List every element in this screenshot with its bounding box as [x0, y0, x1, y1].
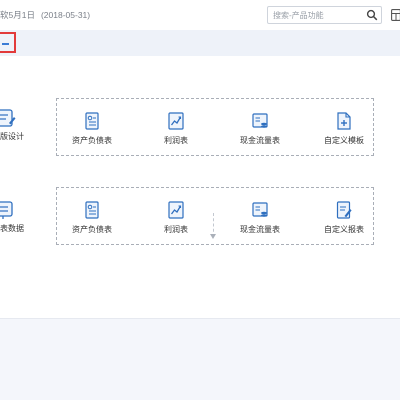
report-label: 利润表: [164, 225, 188, 234]
report-label: 现金流量表: [240, 225, 280, 234]
tab-strip: [0, 30, 400, 56]
left-item-label: 表数据: [0, 224, 24, 233]
period-title: 软5月1日 (2018-05-31): [0, 9, 90, 21]
highlighted-tab[interactable]: [0, 32, 16, 53]
minus-icon: [2, 43, 9, 45]
report-label: 自定义报表: [324, 225, 364, 234]
balance-sheet-icon: [85, 201, 99, 219]
profit-chart-icon: [168, 112, 184, 130]
report-data-icon: [0, 201, 13, 219]
template-custom[interactable]: 自定义模板: [309, 99, 379, 157]
search-box[interactable]: [267, 6, 382, 24]
template-label: 利润表: [164, 136, 188, 145]
custom-template-icon: [337, 112, 351, 130]
report-design-icon: [0, 109, 16, 127]
cash-flow-icon: [252, 113, 268, 128]
template-label: 资产负债表: [72, 136, 112, 145]
report-balance-sheet[interactable]: 资产负债表: [57, 188, 127, 246]
template-balance-sheet[interactable]: 资产负债表: [57, 99, 127, 157]
calculator-icon[interactable]: [391, 9, 400, 21]
template-label: 自定义模板: [324, 136, 364, 145]
cash-flow-icon: [252, 202, 268, 217]
template-cash-flow[interactable]: 现金流量表: [225, 99, 295, 157]
left-item-label: 版设计: [0, 132, 24, 141]
search-input[interactable]: [273, 9, 361, 21]
report-cash-flow[interactable]: 现金流量表: [225, 188, 295, 246]
top-bar: 软5月1日 (2018-05-31): [0, 0, 400, 31]
report-flow-panel: 版设计 表数据 资产负债表 利润表 现金流量表 自定义模板 资产负债表 利润表 …: [0, 56, 400, 319]
report-custom[interactable]: 自定义报表: [309, 188, 379, 246]
report-profit[interactable]: 利润表: [141, 188, 211, 246]
profit-chart-icon: [168, 201, 184, 219]
report-group: 资产负债表 利润表 现金流量表 自定义报表: [56, 187, 374, 245]
report-label: 资产负债表: [72, 225, 112, 234]
search-icon[interactable]: [366, 9, 378, 21]
template-group: 资产负债表 利润表 现金流量表 自定义模板: [56, 98, 374, 156]
period-date: (2018-05-31): [40, 10, 91, 20]
balance-sheet-icon: [85, 112, 99, 130]
period-title-text: 软5月1日: [0, 10, 35, 20]
custom-report-icon: [336, 201, 352, 219]
template-profit[interactable]: 利润表: [141, 99, 211, 157]
template-label: 现金流量表: [240, 136, 280, 145]
